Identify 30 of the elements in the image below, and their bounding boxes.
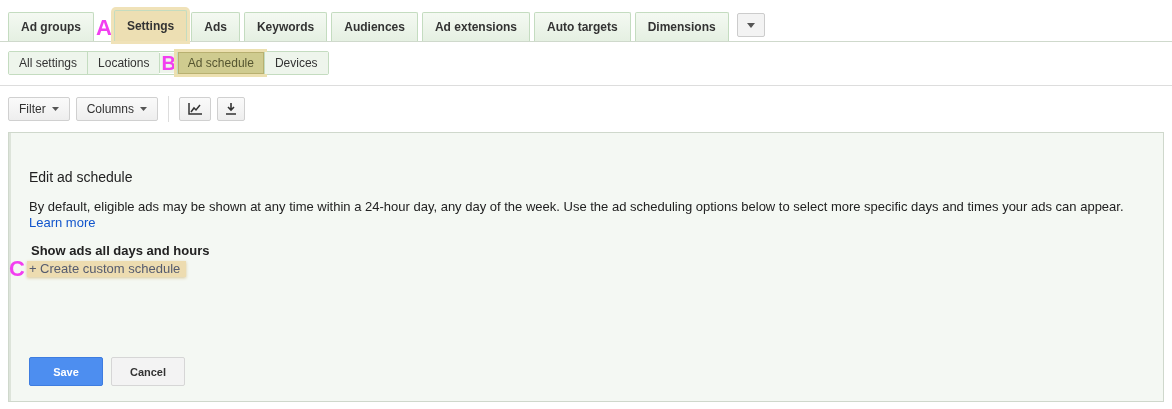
learn-more-link[interactable]: Learn more [29,215,96,231]
tab[interactable]: Keywords [243,12,328,41]
callout-letter: C [9,258,25,280]
download-icon [226,103,237,115]
schedule-option-label: Show ads all days and hours [31,243,211,258]
create-schedule-link[interactable]: + Create custom schedule [26,261,187,277]
dropdown-button[interactable]: Filter [8,97,70,121]
tab[interactable]: Ad extensions [421,12,530,41]
panel-title: Edit ad schedule [29,169,134,185]
subtab[interactable]: Devices [263,52,328,74]
dropdown-button[interactable]: Columns [75,97,159,121]
tab[interactable]: Ads [191,12,240,41]
subtab[interactable]: Ad schedule [176,52,264,74]
description-text: By default, eligible ads may be shown at any time within a 24-hour day, any day of the week. Use the ad scheduling options below to select more specific days and times your ads can appear. [29,199,1124,214]
subtab[interactable]: All settings [9,52,88,74]
tab[interactable]: Auto targets [534,12,631,41]
caret-icon [140,107,148,111]
tab[interactable]: Audiences [331,12,418,41]
download-button[interactable] [217,97,246,121]
cancel-button[interactable]: Cancel [111,357,185,386]
caret-icon [746,22,755,28]
tab[interactable]: Ad groups [8,12,94,41]
line-chart-icon [188,103,203,115]
subtab[interactable]: Locations [87,52,160,74]
caret-icon [51,107,59,111]
more-tabs-button[interactable] [736,13,765,37]
callout-letter: A [96,17,112,39]
tab[interactable]: Settings [113,10,188,41]
tab[interactable]: Dimensions [634,12,729,41]
chart-button[interactable] [179,97,212,121]
